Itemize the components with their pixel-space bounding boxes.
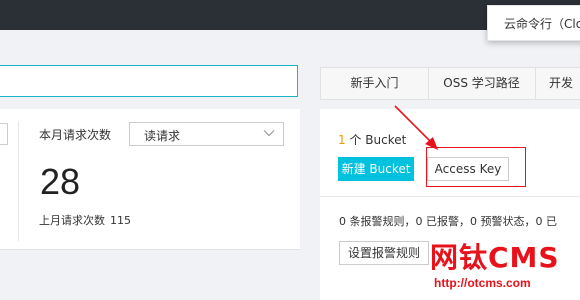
- divider: [320, 196, 580, 197]
- bucket-count: 1 个 Bucket: [338, 131, 406, 148]
- bucket-count-suffix: 个 Bucket: [349, 133, 407, 147]
- create-bucket-button[interactable]: 新建 Bucket: [338, 157, 414, 181]
- alarm-summary: 0 条报警规则，0 已报警，0 预警状态，0 已: [339, 215, 557, 228]
- tab-development[interactable]: 开发: [536, 68, 580, 99]
- popover-text: 云命令行（Clo: [504, 17, 580, 31]
- request-count: 28: [40, 161, 81, 202]
- last-month-requests: 上月请求次数 115: [39, 212, 131, 228]
- chevron-down-icon: [263, 130, 275, 137]
- search-input[interactable]: [0, 65, 298, 97]
- bucket-count-number: 1: [338, 133, 346, 147]
- tab-learning-path[interactable]: OSS 学习路径: [428, 68, 536, 99]
- alarm-settings-button[interactable]: 设置报警规则: [339, 241, 429, 265]
- watermark-logo: 网钛CMS http://otcms.com: [430, 236, 560, 290]
- divider: [18, 121, 19, 241]
- watermark-logo-text: 网钛CMS: [430, 241, 560, 274]
- last-month-value: 115: [110, 214, 131, 227]
- request-type-value: 读请求: [144, 129, 181, 143]
- usage-panel: 本月请求次数 读请求 28 上月请求次数 115: [0, 109, 300, 250]
- truncated-select[interactable]: [0, 123, 8, 145]
- watermark-url: http://otcms.com: [434, 276, 531, 290]
- cloud-shell-popover[interactable]: 云命令行（Clo: [487, 5, 580, 41]
- access-key-highlight-box: [426, 147, 526, 187]
- request-type-select[interactable]: 读请求: [129, 122, 284, 146]
- tab-getting-started[interactable]: 新手入门: [321, 68, 429, 99]
- metric-label: 本月请求次数: [39, 128, 112, 142]
- last-month-label: 上月请求次数: [39, 214, 105, 227]
- help-tabs: 新手入门 OSS 学习路径 开发: [320, 67, 580, 100]
